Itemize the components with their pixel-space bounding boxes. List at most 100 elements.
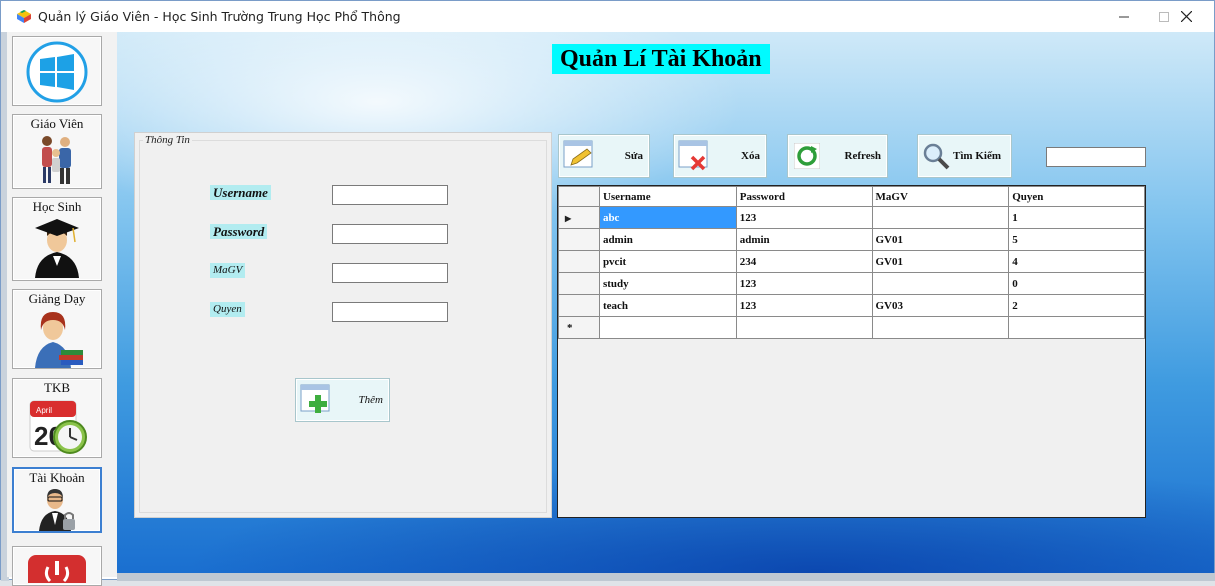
- user-lock-icon: [39, 489, 75, 531]
- sidebar-item-exit[interactable]: [12, 546, 102, 586]
- table-header-row: Username Password MaGV Quyen: [558, 186, 1145, 207]
- add-button-label: Thêm: [358, 394, 383, 406]
- groupbox-legend: Thông Tin: [143, 134, 192, 146]
- table-cell[interactable]: study: [598, 272, 737, 295]
- table-cell[interactable]: 0: [1008, 272, 1145, 295]
- column-header-password[interactable]: Password: [735, 186, 873, 207]
- table-cell[interactable]: [871, 206, 1010, 229]
- table-cell[interactable]: 5: [1008, 228, 1145, 251]
- magv-input[interactable]: [332, 263, 448, 283]
- sidebar: Giáo Viên Học Sinh Giảng Dạy TKB April 2…: [7, 32, 117, 586]
- refresh-button[interactable]: Refresh: [787, 134, 888, 178]
- table-row[interactable]: admin admin GV01 5: [558, 228, 1145, 251]
- table-cell[interactable]: GV03: [871, 294, 1010, 317]
- graduate-icon: [35, 219, 79, 278]
- table-cell[interactable]: [871, 272, 1010, 295]
- delete-icon: [678, 140, 708, 171]
- new-row[interactable]: *: [558, 316, 1145, 339]
- row-header[interactable]: [558, 228, 600, 251]
- refresh-icon: [794, 143, 820, 169]
- sidebar-item-label: TKB: [44, 380, 70, 395]
- sidebar-item-giang-day[interactable]: Giảng Dạy: [12, 289, 102, 369]
- window-title: Quản lý Giáo Viên - Học Sinh Trường Trun…: [38, 9, 401, 24]
- table-cell[interactable]: pvcit: [598, 250, 737, 273]
- new-row-indicator: *: [567, 321, 573, 334]
- sidebar-item-hoc-sinh[interactable]: Học Sinh: [12, 197, 102, 281]
- teachers-icon: [42, 136, 71, 184]
- column-header-magv[interactable]: MaGV: [871, 186, 1010, 207]
- maximize-button[interactable]: [1118, 1, 1169, 32]
- table-cell[interactable]: 4: [1008, 250, 1145, 273]
- table-cell[interactable]: [735, 316, 873, 339]
- delete-button[interactable]: Xóa: [673, 134, 767, 178]
- main-panel: Quản Lí Tài Khoản Thông Tin Username Pas…: [117, 32, 1214, 573]
- title-bar: Quản lý Giáo Viên - Học Sinh Trường Trun…: [1, 1, 1214, 32]
- table-row[interactable]: teach 123 GV03 2: [558, 294, 1145, 317]
- table-cell[interactable]: 234: [735, 250, 873, 273]
- app-icon: [17, 10, 31, 23]
- sidebar-item-label: Giáo Viên: [30, 116, 84, 131]
- calendar-clock-icon: April 20: [29, 400, 87, 454]
- row-header[interactable]: [558, 294, 600, 317]
- sidebar-item-label: Giảng Dạy: [28, 291, 86, 306]
- quyen-label: Quyen: [210, 302, 245, 317]
- table-cell[interactable]: [871, 316, 1010, 339]
- current-row-indicator: ▶: [565, 213, 572, 223]
- sidebar-item-label: Tài Khoản: [29, 470, 85, 485]
- table-cell[interactable]: GV01: [871, 228, 1010, 251]
- table-cell[interactable]: 123: [735, 206, 873, 229]
- row-header-new[interactable]: *: [558, 316, 600, 339]
- column-header-username[interactable]: Username: [598, 186, 737, 207]
- row-header-current[interactable]: ▶: [558, 206, 600, 229]
- sidebar-item-home[interactable]: [12, 36, 102, 106]
- sidebar-item-tai-khoan[interactable]: Tài Khoản: [12, 467, 102, 533]
- table-cell[interactable]: [1008, 316, 1145, 339]
- table-cell[interactable]: admin: [735, 228, 873, 251]
- app-window: Quản lý Giáo Viên - Học Sinh Trường Trun…: [0, 0, 1215, 586]
- add-record-icon: [300, 384, 330, 413]
- page-title: Quản Lí Tài Khoản: [552, 44, 770, 74]
- table-cell[interactable]: 1: [1008, 206, 1145, 229]
- row-header[interactable]: [558, 250, 600, 273]
- quyen-input[interactable]: [332, 302, 448, 322]
- table-row[interactable]: ▶ abc 123 1: [558, 206, 1145, 229]
- close-icon: [1180, 11, 1192, 22]
- password-input[interactable]: [332, 224, 448, 244]
- table-cell[interactable]: abc: [598, 206, 737, 229]
- username-label: Username: [210, 185, 271, 200]
- edit-button[interactable]: Sửa: [558, 134, 650, 178]
- search-button[interactable]: Tìm Kiếm: [917, 134, 1012, 178]
- calendar-month: April: [36, 406, 52, 415]
- table-cell[interactable]: 123: [735, 272, 873, 295]
- password-label: Password: [210, 224, 268, 239]
- table-row[interactable]: study 123 0: [558, 272, 1145, 295]
- username-input[interactable]: [332, 185, 448, 205]
- table-cell[interactable]: 123: [735, 294, 873, 317]
- accounts-table: Username Password MaGV Quyen ▶ abc 123 1: [558, 186, 1145, 339]
- delete-button-label: Xóa: [741, 150, 760, 162]
- add-button[interactable]: Thêm: [295, 378, 390, 422]
- close-button[interactable]: [1163, 1, 1209, 32]
- sidebar-item-label: Học Sinh: [32, 199, 82, 214]
- refresh-button-label: Refresh: [844, 150, 881, 162]
- sidebar-item-tkb[interactable]: TKB April 20: [12, 378, 102, 458]
- table-cell[interactable]: teach: [598, 294, 737, 317]
- edit-icon: [563, 140, 593, 168]
- accounts-grid[interactable]: Username Password MaGV Quyen ▶ abc 123 1: [557, 185, 1146, 518]
- table-row[interactable]: pvcit 234 GV01 4: [558, 250, 1145, 273]
- magnifier-icon: [923, 143, 950, 170]
- windows-logo-icon: [26, 41, 88, 103]
- row-header[interactable]: [558, 272, 600, 295]
- search-input[interactable]: [1046, 147, 1146, 167]
- search-button-label: Tìm Kiếm: [953, 150, 1001, 162]
- info-groupbox: Thông Tin Username Password MaGV Quyen T…: [134, 132, 552, 518]
- table-cell[interactable]: [598, 316, 737, 339]
- sidebar-item-giao-vien[interactable]: Giáo Viên: [12, 114, 102, 189]
- table-cell[interactable]: 2: [1008, 294, 1145, 317]
- table-cell[interactable]: GV01: [871, 250, 1010, 273]
- row-header-corner: [558, 186, 600, 207]
- teacher-books-icon: [35, 312, 83, 368]
- edit-button-label: Sửa: [624, 150, 643, 162]
- column-header-quyen[interactable]: Quyen: [1008, 186, 1145, 207]
- table-cell[interactable]: admin: [598, 228, 737, 251]
